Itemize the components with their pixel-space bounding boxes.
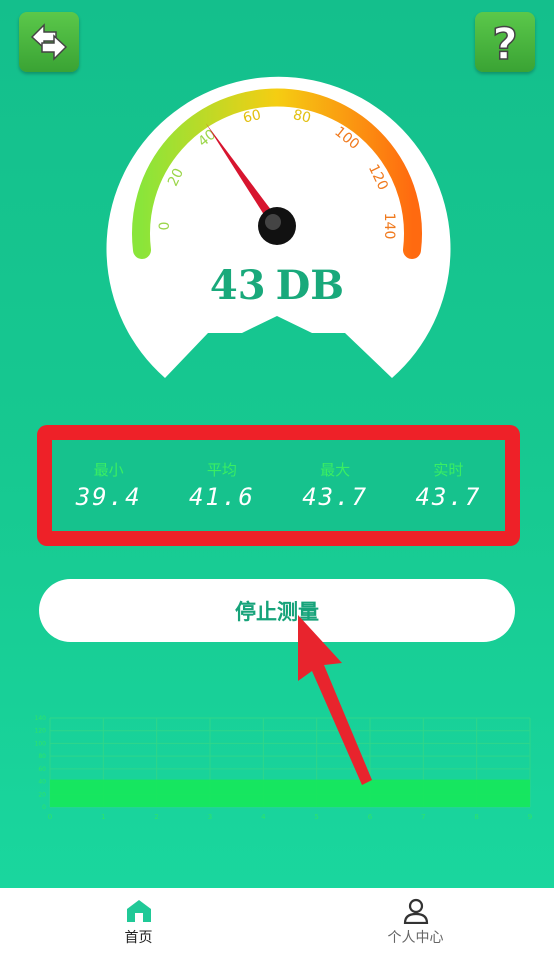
stat-value: 39.4	[75, 482, 142, 511]
chart-x-tick-label: 7	[421, 813, 425, 821]
chart-x-tick-label: 8	[474, 813, 478, 821]
sound-level-gauge: 0204060 80100120140	[106, 76, 451, 378]
stat-max: 最大 43.7	[280, 461, 390, 511]
annotation-arrow-icon	[298, 615, 372, 785]
user-icon	[403, 898, 428, 924]
stat-value: 43.7	[302, 482, 369, 511]
stat-min: 最小 39.4	[54, 461, 164, 511]
chart-y-tick-label: 100	[35, 740, 47, 747]
gauge-reading: 43 DB	[0, 262, 554, 309]
nav-item-profile[interactable]: 个人中心	[277, 888, 554, 957]
stat-avg: 平均 41.6	[167, 461, 277, 511]
stat-label: 实时	[433, 460, 464, 479]
gauge-tick-label: 0	[157, 222, 173, 231]
nav-item-home[interactable]: 首页	[0, 888, 277, 957]
chart-x-tick-label: 0	[48, 813, 52, 821]
home-icon	[126, 900, 151, 922]
stat-value: 43.7	[415, 482, 482, 511]
chart-y-tick-label: 40	[38, 779, 46, 786]
nav-label: 个人中心	[387, 930, 444, 946]
stat-value: 41.6	[188, 482, 255, 511]
chart-x-tick-label: 2	[154, 813, 158, 821]
svg-text:?: ?	[492, 19, 518, 67]
stats-panel: 最小 39.4 平均 41.6 最大 43.7 实时 43.7	[37, 425, 520, 546]
chart-y-tick-label: 60	[38, 766, 46, 773]
chart-x-tick-label: 1	[101, 813, 105, 821]
help-button[interactable]: ?	[475, 12, 535, 72]
refresh-button[interactable]	[19, 12, 79, 72]
gauge-tick-label: 140	[381, 213, 397, 240]
stat-label: 最大	[320, 460, 351, 479]
chart-x-tick-label: 3	[208, 813, 212, 821]
stat-label: 最小	[93, 460, 124, 479]
gauge-reading-value: 43	[209, 262, 266, 309]
chart-x-tick-label: 4	[261, 813, 266, 821]
gauge-reading-unit: DB	[275, 262, 345, 309]
help-question-icon: ?	[491, 18, 518, 67]
chart-y-tick-label: 140	[35, 715, 47, 722]
refresh-arrows-icon	[30, 23, 68, 61]
stat-realtime: 实时 43.7	[393, 461, 503, 511]
chart-y-tick-label: 0	[42, 804, 46, 811]
bottom-nav: 首页 个人中心	[0, 888, 554, 957]
chart-x-tick-label: 9	[528, 813, 532, 821]
stat-label: 平均	[206, 460, 237, 479]
chart-x-tick-label: 6	[368, 813, 373, 821]
nav-label: 首页	[124, 930, 153, 946]
stop-measure-button[interactable]: 停止测量	[39, 579, 515, 642]
chart-y-tick-label: 80	[38, 753, 46, 760]
chart-y-tick-label: 120	[35, 728, 47, 735]
chart-x-tick-label: 5	[314, 813, 318, 821]
chart-y-tick-label: 20	[38, 791, 46, 798]
